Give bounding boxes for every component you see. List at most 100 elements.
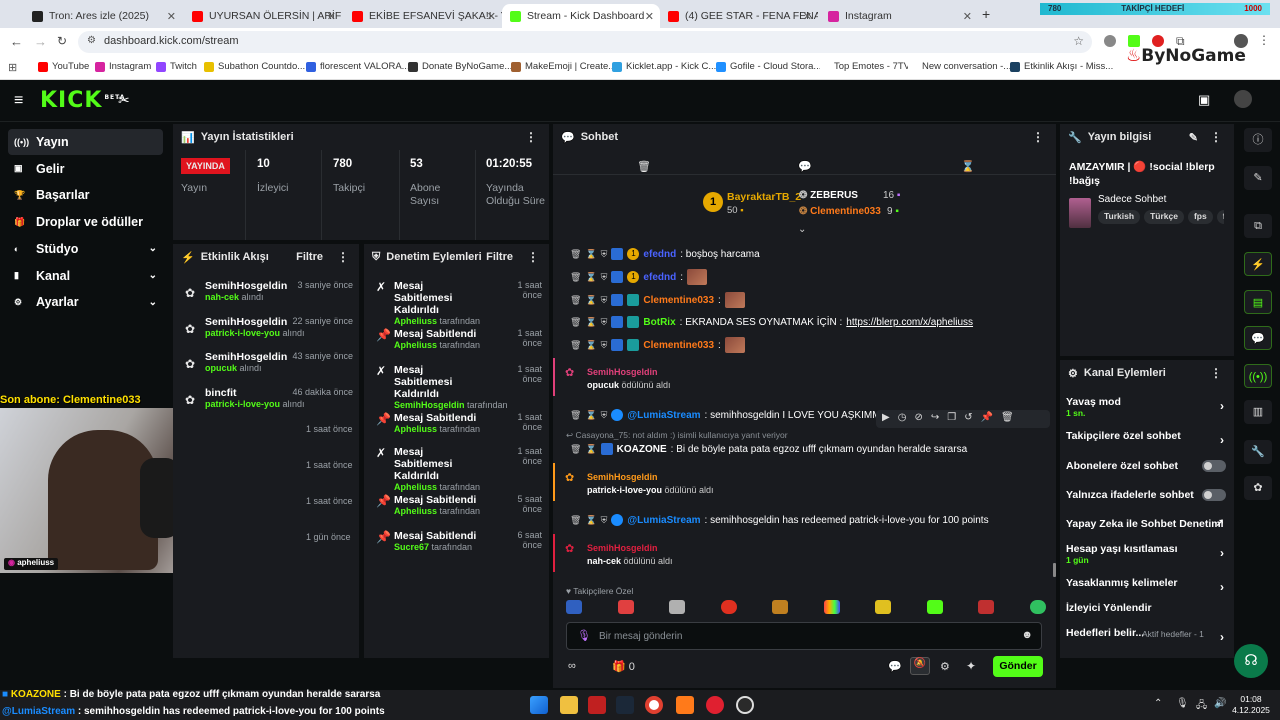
activity-item[interactable]: ✿ SemihHosgeldin opucuk alındı 43 saniye ön… <box>181 351 353 373</box>
trash-icon[interactable]: 🗑 <box>1001 412 1014 426</box>
nav-item[interactable]: ▣ Gelir <box>8 156 163 182</box>
emote-icon[interactable] <box>1029 600 1046 614</box>
microphone-icon[interactable]: 🎙 <box>1176 698 1189 709</box>
external-link-icon[interactable]: ↗ <box>1216 518 1224 529</box>
more-options-icon[interactable]: ⋮ <box>1032 130 1044 144</box>
chat-link[interactable]: https://blerp.com/x/apheliuss <box>846 317 973 328</box>
toggle-switch[interactable] <box>1202 460 1226 472</box>
chat-message[interactable]: 🗑 ⌛ ⛨ 1 efednd: <box>570 269 1050 285</box>
channel-action-item[interactable]: Abonelere özel sohbet <box>1066 460 1226 480</box>
broadcast-icon[interactable]: ((•)) <box>1244 364 1272 388</box>
browser-tab[interactable]: EKİBE EFSANEVİ ŞAKA!! - YouTu✕ <box>344 4 502 28</box>
send-button[interactable]: Gönder <box>993 656 1043 677</box>
timeout-icon[interactable]: ⌛ <box>585 410 596 421</box>
creator-icon[interactable]: ▣ <box>1198 92 1210 108</box>
nav-item[interactable]: ((•)) Yayın <box>8 129 163 155</box>
ban-icon[interactable]: ⛨ <box>601 340 608 351</box>
activity-item[interactable]: ✿ SemihHosgeldin nah-cek alındı 3 saniye ön… <box>181 280 353 302</box>
chat-message[interactable]: 🗑 ⌛ ⛨ @LumiaStream: semihhosgeldin has red… <box>570 512 1050 528</box>
channel-action-item[interactable]: Yalnızca ifadelerle sohbet <box>1066 489 1226 509</box>
category-thumbnail[interactable] <box>1069 198 1091 228</box>
moderation-item[interactable]: ✗ Mesaj Sabitlemesi Kaldırıldı SemihHosgel… <box>372 364 542 410</box>
bookmark-item[interactable]: Gofile - Cloud Stora... <box>716 61 821 72</box>
pin-icon[interactable]: 📌 <box>981 412 993 426</box>
moderation-item[interactable]: ✗ Mesaj Sabitlemesi Kaldırıldı Apheliuss t… <box>372 446 542 492</box>
mute-icon[interactable]: 🔕 <box>910 657 930 675</box>
activity-item[interactable]: ✿ SemihHosgeldin patrick-i-love-you alındı… <box>181 316 353 338</box>
chevron-right-icon[interactable]: › <box>1220 399 1224 413</box>
bookmark-item[interactable]: Instagram <box>95 61 151 72</box>
category-name[interactable]: Sadece Sohbet <box>1098 194 1166 205</box>
bookmark-item[interactable]: Etkinlik Akışı - Miss... <box>1010 61 1113 72</box>
ban-icon[interactable]: ⛨ <box>601 515 608 526</box>
chevron-right-icon[interactable]: › <box>1220 580 1224 594</box>
emote-icon[interactable] <box>617 600 634 614</box>
bookmark-item[interactable]: New conversation -... <box>908 61 1011 72</box>
browser-menu-icon[interactable]: ⋮ <box>1258 33 1270 47</box>
reply-icon[interactable]: ↪ <box>931 412 939 426</box>
timeout-icon[interactable]: ⌛ <box>585 249 596 260</box>
edit-icon[interactable]: ✎ <box>1189 131 1198 144</box>
emote-icon[interactable] <box>978 600 995 614</box>
chat-icon[interactable]: 💬 <box>798 160 812 173</box>
app-icon[interactable] <box>676 696 694 714</box>
extension-icon[interactable] <box>1104 35 1116 47</box>
timeout-icon[interactable]: ⌛ <box>585 444 596 455</box>
nav-item[interactable]: ◐ Stüdyo ⌄ <box>8 236 163 262</box>
emote-icon[interactable] <box>669 600 686 614</box>
moderation-item[interactable]: 📌 Mesaj Sabitlendi Apheliuss tarafından 5 s… <box>372 494 542 516</box>
nav-item[interactable]: 🏆 Başarılar <box>8 182 163 208</box>
close-tab-icon[interactable]: ✕ <box>327 10 336 23</box>
emoji-picker-icon[interactable]: ☻ <box>1021 629 1033 641</box>
ban-icon[interactable]: ⛨ <box>601 410 608 421</box>
new-tab-button[interactable]: + <box>982 6 990 22</box>
stream-tag[interactable]: Türkçe <box>1144 210 1184 224</box>
address-bar[interactable]: ⚙ dashboard.kick.com/stream ☆ <box>78 31 1092 53</box>
close-tab-icon[interactable]: ✕ <box>963 10 972 23</box>
more-options-icon[interactable]: ⋮ <box>527 250 539 264</box>
filter-button[interactable]: Filtre <box>296 251 323 263</box>
chevron-right-icon[interactable]: › <box>1220 546 1224 560</box>
steam-icon[interactable] <box>616 696 634 714</box>
bookmark-item[interactable]: Donate ByNoGame... <box>408 61 512 72</box>
back-icon[interactable]: ← <box>10 34 23 49</box>
app-icon[interactable] <box>736 696 754 714</box>
file-explorer-icon[interactable] <box>560 696 578 714</box>
reload-icon[interactable]: ↻ <box>57 34 67 48</box>
emote-icon[interactable] <box>566 600 582 614</box>
app-icon[interactable] <box>588 696 606 714</box>
emote-icon[interactable] <box>926 600 943 614</box>
mod-tools-icon[interactable]: ✦ <box>966 659 976 673</box>
chat-message[interactable]: 🗑 ⌛ ⛨ 1 efednd: boşboş harcama <box>570 246 1050 262</box>
forward-icon[interactable]: → <box>34 34 47 49</box>
filter-button[interactable]: Filtre <box>486 251 513 263</box>
user-avatar[interactable] <box>1234 90 1252 108</box>
timeout-icon[interactable]: ⌛ <box>585 340 596 351</box>
moderation-item[interactable]: 📌 Mesaj Sabitlendi Apheliuss tarafından 1 s… <box>372 328 542 350</box>
edit-icon[interactable]: ✎ <box>1244 166 1272 190</box>
chat-icon[interactable]: 💬 <box>1244 326 1272 350</box>
more-options-icon[interactable]: ⋮ <box>1210 366 1222 380</box>
bookmark-item[interactable]: YouTube <box>38 61 89 72</box>
close-tab-icon[interactable]: ✕ <box>645 10 654 23</box>
chat-message[interactable]: 🗑 ⌛ ⛨ Clementine033: <box>570 337 1050 353</box>
browser-tab[interactable]: (4) GEE STAR - FENA FENA - Yo✕ <box>660 4 818 28</box>
document-icon[interactable]: ▤ <box>1244 290 1272 314</box>
expand-icon[interactable]: ⌄ <box>798 224 806 235</box>
browser-tab[interactable]: Tron: Ares izle (2025) ✕ <box>24 4 182 28</box>
app-icon[interactable] <box>706 696 724 714</box>
close-tab-icon[interactable]: ✕ <box>487 10 496 23</box>
network-icon[interactable]: 🖧 <box>1196 698 1207 715</box>
emote-icon[interactable] <box>720 600 737 614</box>
timeout-icon[interactable]: ⌛ <box>585 272 596 283</box>
bookmark-item[interactable]: Top Emotes - 7TV <box>820 61 910 72</box>
hourglass-icon[interactable]: ⌛ <box>961 160 975 173</box>
delete-icon[interactable]: 🗑 <box>570 317 581 328</box>
delete-icon[interactable]: 🗑 <box>570 272 581 283</box>
chat-scrollbar[interactable] <box>1053 563 1056 577</box>
chat-message[interactable]: 🗑 ⌛ KOAZONE: Bi de böyle pata pata egzoz … <box>570 441 1050 457</box>
bookmark-star-icon[interactable]: ☆ <box>1073 34 1084 48</box>
chat-message[interactable]: 🗑 ⌛ ⛨ Clementine033: <box>570 292 1050 308</box>
support-chat-icon[interactable]: ☊ <box>1234 644 1268 678</box>
microphone-icon[interactable]: 🎙 <box>577 629 591 642</box>
